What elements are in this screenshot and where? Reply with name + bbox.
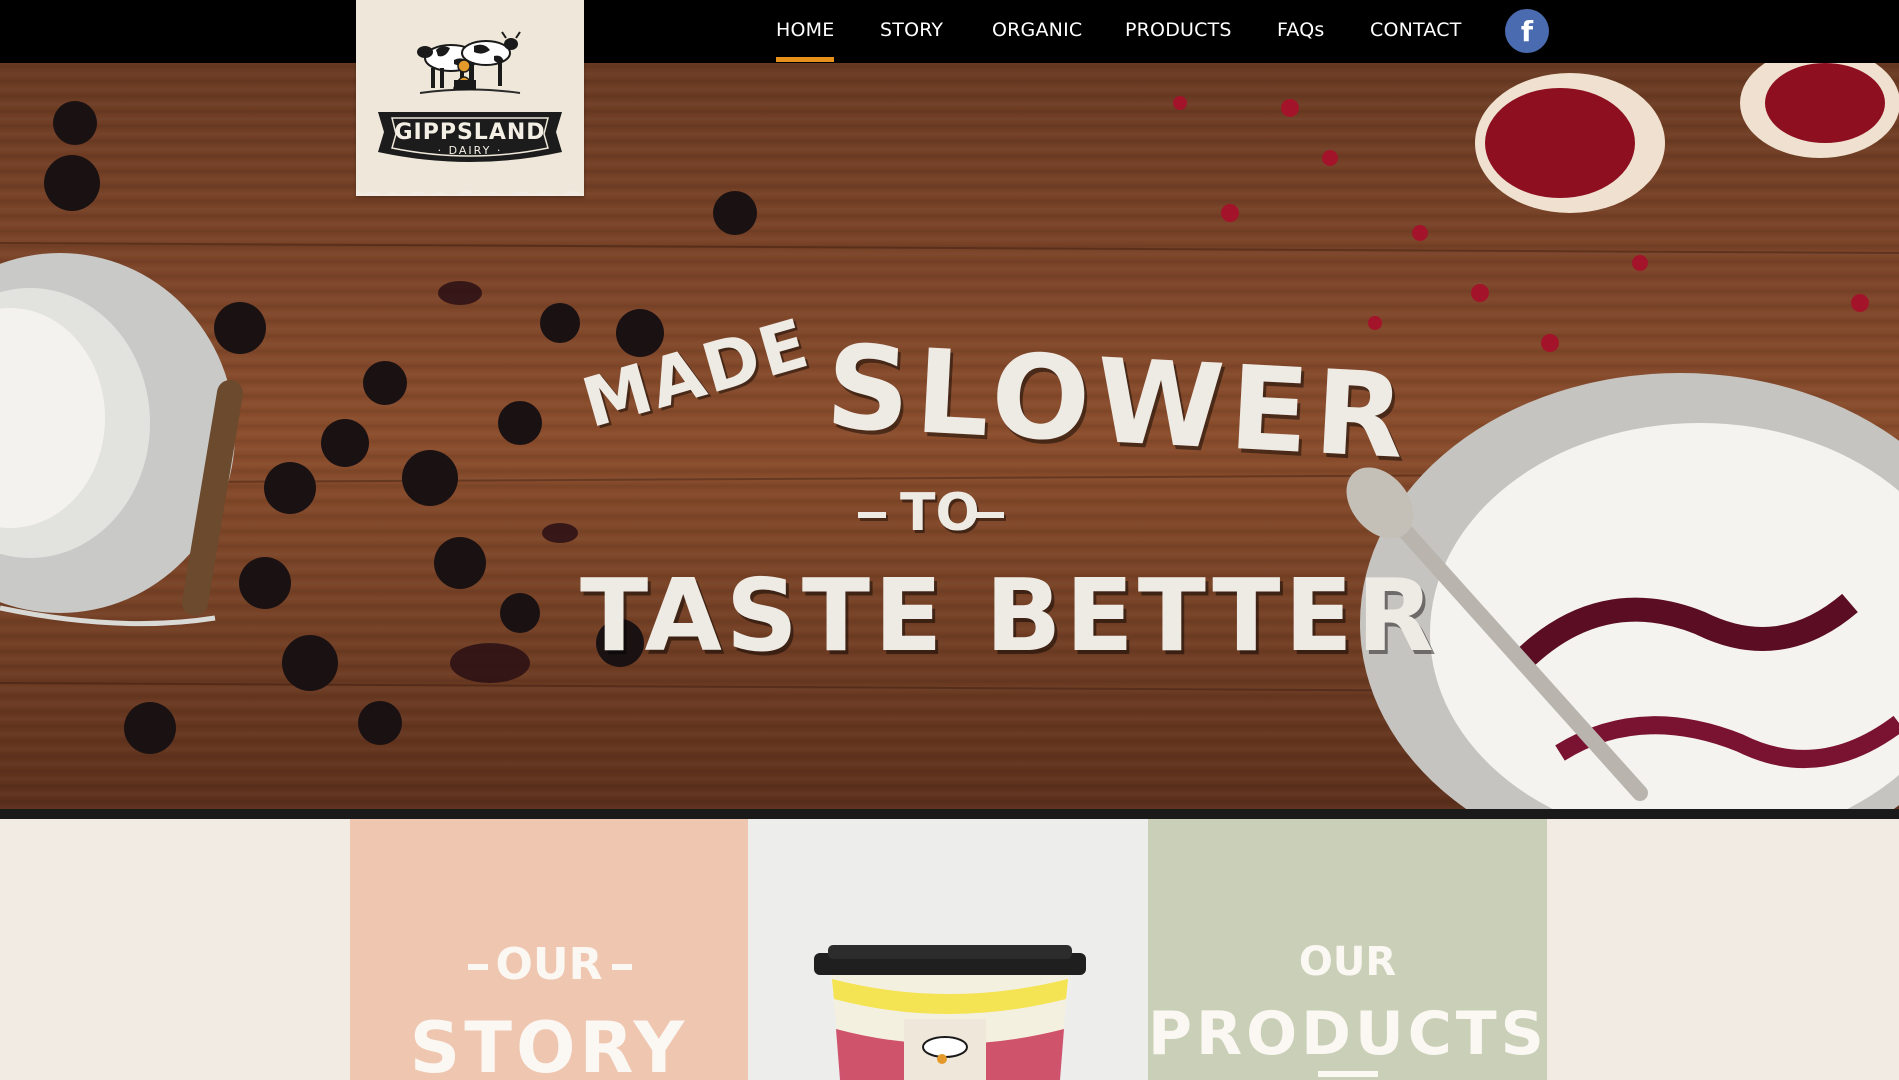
- our-story-dash-left: [468, 964, 488, 970]
- logo-subtext: · DAIRY ·: [438, 144, 503, 157]
- headline-taste-better: TASTE BETTER: [580, 557, 1438, 674]
- nav-products[interactable]: PRODUCTS: [1125, 0, 1232, 63]
- nav-story[interactable]: STORY: [880, 0, 943, 63]
- our-products-bottom: PRODUCTS: [1148, 999, 1547, 1069]
- hero-banner: MADE SLOWER TO TASTE BETTER: [0, 63, 1899, 809]
- hero-bottom-border: [0, 809, 1899, 819]
- headline-made: MADE: [574, 304, 819, 444]
- hero-headline: MADE SLOWER TO TASTE BETTER: [0, 63, 1899, 809]
- yogurt-tub-image: [814, 945, 1086, 1080]
- facebook-icon[interactable]: f: [1505, 9, 1549, 53]
- headline-dash-right: [976, 512, 1004, 518]
- logo-text: GIPPSLAND: [394, 120, 545, 145]
- headline-to: TO: [900, 483, 980, 543]
- our-story-panel[interactable]: OUR STORY: [350, 819, 748, 1080]
- brand-logo[interactable]: GIPPSLAND · DAIRY ·: [356, 0, 584, 196]
- nav-faqs[interactable]: FAQs: [1277, 0, 1325, 63]
- our-products-underline: [1318, 1071, 1378, 1077]
- our-products-top: OUR: [1298, 939, 1397, 985]
- headline-dash-left: [858, 512, 886, 518]
- nav-contact[interactable]: CONTACT: [1370, 0, 1462, 63]
- cow-farmer-illustration: GIPPSLAND · DAIRY ·: [356, 31, 584, 196]
- nav-organic[interactable]: ORGANIC: [992, 0, 1082, 63]
- our-story-dash-right: [612, 964, 632, 970]
- top-navigation-bar: HOME STORY ORGANIC PRODUCTS FAQs CONTACT…: [0, 0, 1899, 63]
- headline-slower: SLOWER: [822, 319, 1414, 486]
- our-story-bottom: STORY: [409, 1007, 689, 1080]
- product-image-panel[interactable]: [748, 819, 1148, 1080]
- our-products-panel[interactable]: OUR PRODUCTS: [1148, 819, 1547, 1080]
- our-story-top: OUR: [495, 939, 603, 990]
- nav-home[interactable]: HOME: [776, 0, 835, 63]
